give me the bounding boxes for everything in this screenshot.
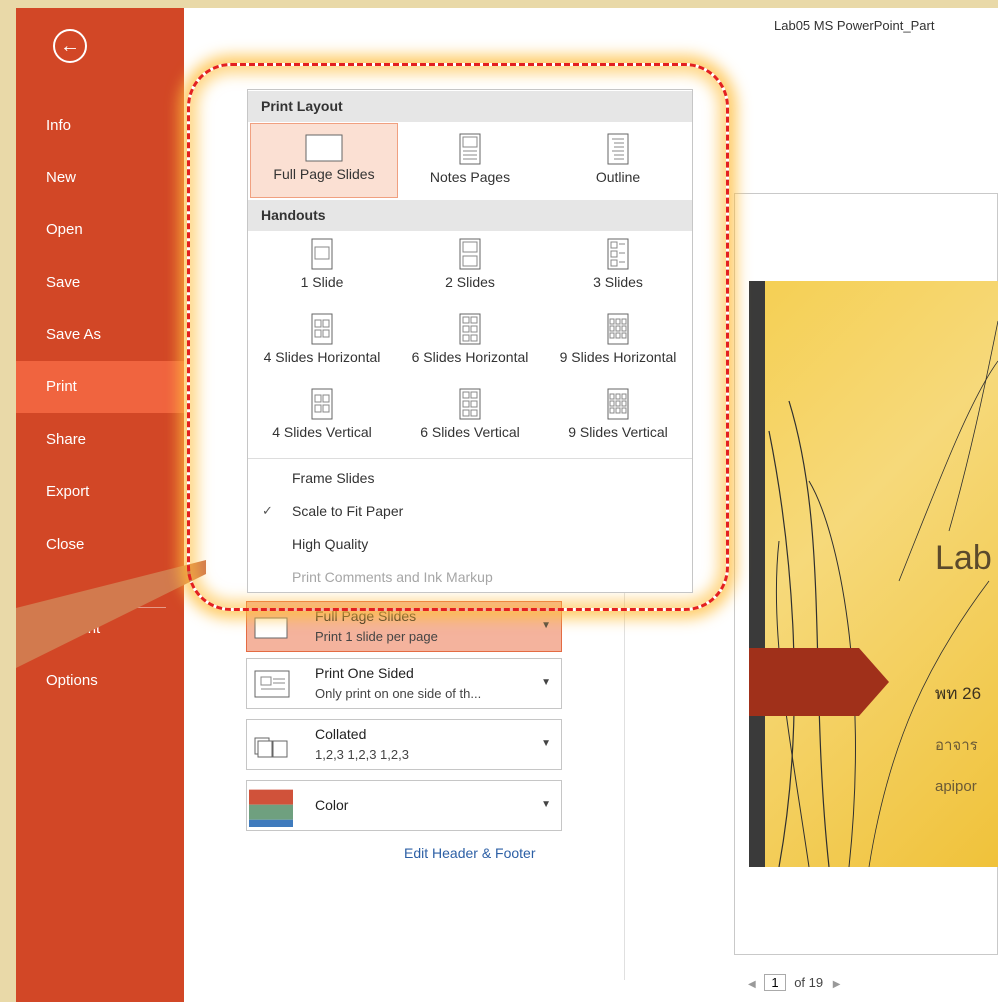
high-quality-option[interactable]: High Quality (292, 536, 368, 552)
back-arrow-icon[interactable]: ← (53, 29, 87, 63)
sidebar-item-save[interactable]: Save (16, 257, 184, 309)
collated-pages-icon (254, 737, 288, 758)
slide-title-text: Lab (935, 539, 992, 577)
document-title: Lab05 MS PowerPoint_Part (774, 18, 935, 33)
handout-6-vertical-icon (459, 388, 481, 420)
layout-outline[interactable]: Outline (544, 133, 692, 185)
sidebar-item-open[interactable]: Open (16, 204, 184, 256)
callout-pointer (16, 560, 206, 668)
slide-arrow-shape (749, 648, 889, 716)
panel-separator (624, 580, 625, 980)
handout-3-slides-icon (607, 238, 629, 270)
color-dropdown[interactable]: Color ▼ (246, 780, 562, 831)
handout-label: 4 Slides Vertical (272, 424, 372, 440)
handout-label: 1 Slide (300, 274, 344, 290)
sides-dropdown[interactable]: Print One Sided Only print on one side o… (246, 658, 562, 709)
collation-dropdown[interactable]: Collated 1,2,3 1,2,3 1,2,3 ▼ (246, 719, 562, 770)
checkmark-icon: ✓ (262, 503, 273, 518)
handouts-header: Handouts (248, 200, 692, 231)
edit-header-footer-link[interactable]: Edit Header & Footer (404, 845, 536, 861)
layout-notes-pages[interactable]: Notes Pages (396, 133, 544, 185)
handout-3-slides[interactable]: 3 Slides (544, 238, 692, 290)
layout-label: Notes Pages (429, 169, 511, 185)
layout-subtitle: Print 1 slide per page (315, 629, 438, 644)
full-page-slide-icon (254, 617, 288, 639)
sided-subtitle: Only print on one side of th... (315, 686, 482, 701)
color-swatch-icon (249, 789, 293, 827)
chevron-down-icon: ▼ (541, 677, 551, 688)
collation-title: Collated (315, 726, 367, 742)
handout-4-slides-horizontal[interactable]: 4 Slides Horizontal (248, 313, 396, 365)
handout-label: 9 Slides Vertical (568, 424, 668, 440)
handout-9-slides-vertical[interactable]: 9 Slides Vertical (544, 388, 692, 440)
handout-1-slide[interactable]: 1 Slide (248, 238, 396, 290)
backstage-sidebar: ← Info New Open Save Save As Print Share… (16, 8, 184, 1002)
handout-1-slide-icon (311, 238, 333, 270)
handout-9-vertical-icon (607, 388, 629, 420)
layout-label: Outline (595, 169, 641, 185)
outline-page-icon (607, 133, 629, 165)
popup-divider (248, 458, 692, 459)
page-number-input[interactable]: 1 (764, 974, 786, 991)
chevron-down-icon: ▼ (541, 738, 551, 749)
notes-page-icon (459, 133, 481, 165)
handout-label: 3 Slides (593, 274, 643, 290)
page-total: of 19 (794, 975, 824, 990)
print-layout-popup: Print Layout Full Page Slides Notes Page… (247, 89, 693, 593)
handout-label: 6 Slides Horizontal (411, 349, 529, 365)
frame-slides-option[interactable]: Frame Slides (292, 470, 374, 486)
slide-date-text: พท 26 (935, 684, 982, 703)
one-sided-page-icon (254, 670, 290, 698)
handout-9-slides-horizontal[interactable]: 9 Slides Horizontal (544, 313, 692, 365)
handout-2-slides[interactable]: 2 Slides (396, 238, 544, 290)
handout-4-vertical-icon (311, 388, 333, 420)
handout-label: 4 Slides Horizontal (263, 349, 381, 365)
handout-6-horizontal-icon (459, 313, 481, 345)
layout-label: Full Page Slides (273, 166, 375, 182)
handout-6-slides-horizontal[interactable]: 6 Slides Horizontal (396, 313, 544, 365)
sided-title: Print One Sided (315, 665, 414, 681)
print-layout-header: Print Layout (248, 91, 692, 122)
handout-label: 9 Slides Horizontal (559, 349, 677, 365)
next-page-icon[interactable]: ▶ (833, 979, 841, 990)
handout-4-horizontal-icon (311, 313, 333, 345)
sidebar-item-new[interactable]: New (16, 152, 184, 204)
layout-full-page-slides[interactable]: Full Page Slides (250, 123, 398, 198)
slide-preview: Lab พท 26 อาจาร apipor (749, 281, 998, 867)
sidebar-item-save-as[interactable]: Save As (16, 309, 184, 361)
handout-9-horizontal-icon (607, 313, 629, 345)
chevron-down-icon: ▼ (541, 799, 551, 810)
scale-to-fit-option[interactable]: Scale to Fit Paper (292, 503, 403, 519)
slide-dark-bar (749, 281, 765, 867)
handout-6-slides-vertical[interactable]: 6 Slides Vertical (396, 388, 544, 440)
slide-author-text: อาจาร (935, 737, 978, 754)
handout-4-slides-vertical[interactable]: 4 Slides Vertical (248, 388, 396, 440)
prev-page-icon[interactable]: ◀ (748, 979, 756, 990)
chevron-down-icon: ▼ (541, 620, 551, 631)
sidebar-item-export[interactable]: Export (16, 466, 184, 518)
handout-2-slides-icon (459, 238, 481, 270)
sidebar-item-share[interactable]: Share (16, 414, 184, 466)
handout-label: 6 Slides Vertical (420, 424, 520, 440)
slide-email-text: apipor (935, 778, 977, 795)
page-navigator: ◀ 1 of 19 ▶ (748, 974, 840, 991)
color-title: Color (315, 797, 349, 813)
sidebar-item-print[interactable]: Print (16, 361, 184, 413)
handout-label: 2 Slides (445, 274, 495, 290)
sidebar-item-info[interactable]: Info (16, 100, 184, 152)
full-page-slide-icon (305, 134, 343, 162)
print-comments-option: Print Comments and Ink Markup (292, 569, 493, 585)
collation-subtitle: 1,2,3 1,2,3 1,2,3 (315, 747, 409, 762)
